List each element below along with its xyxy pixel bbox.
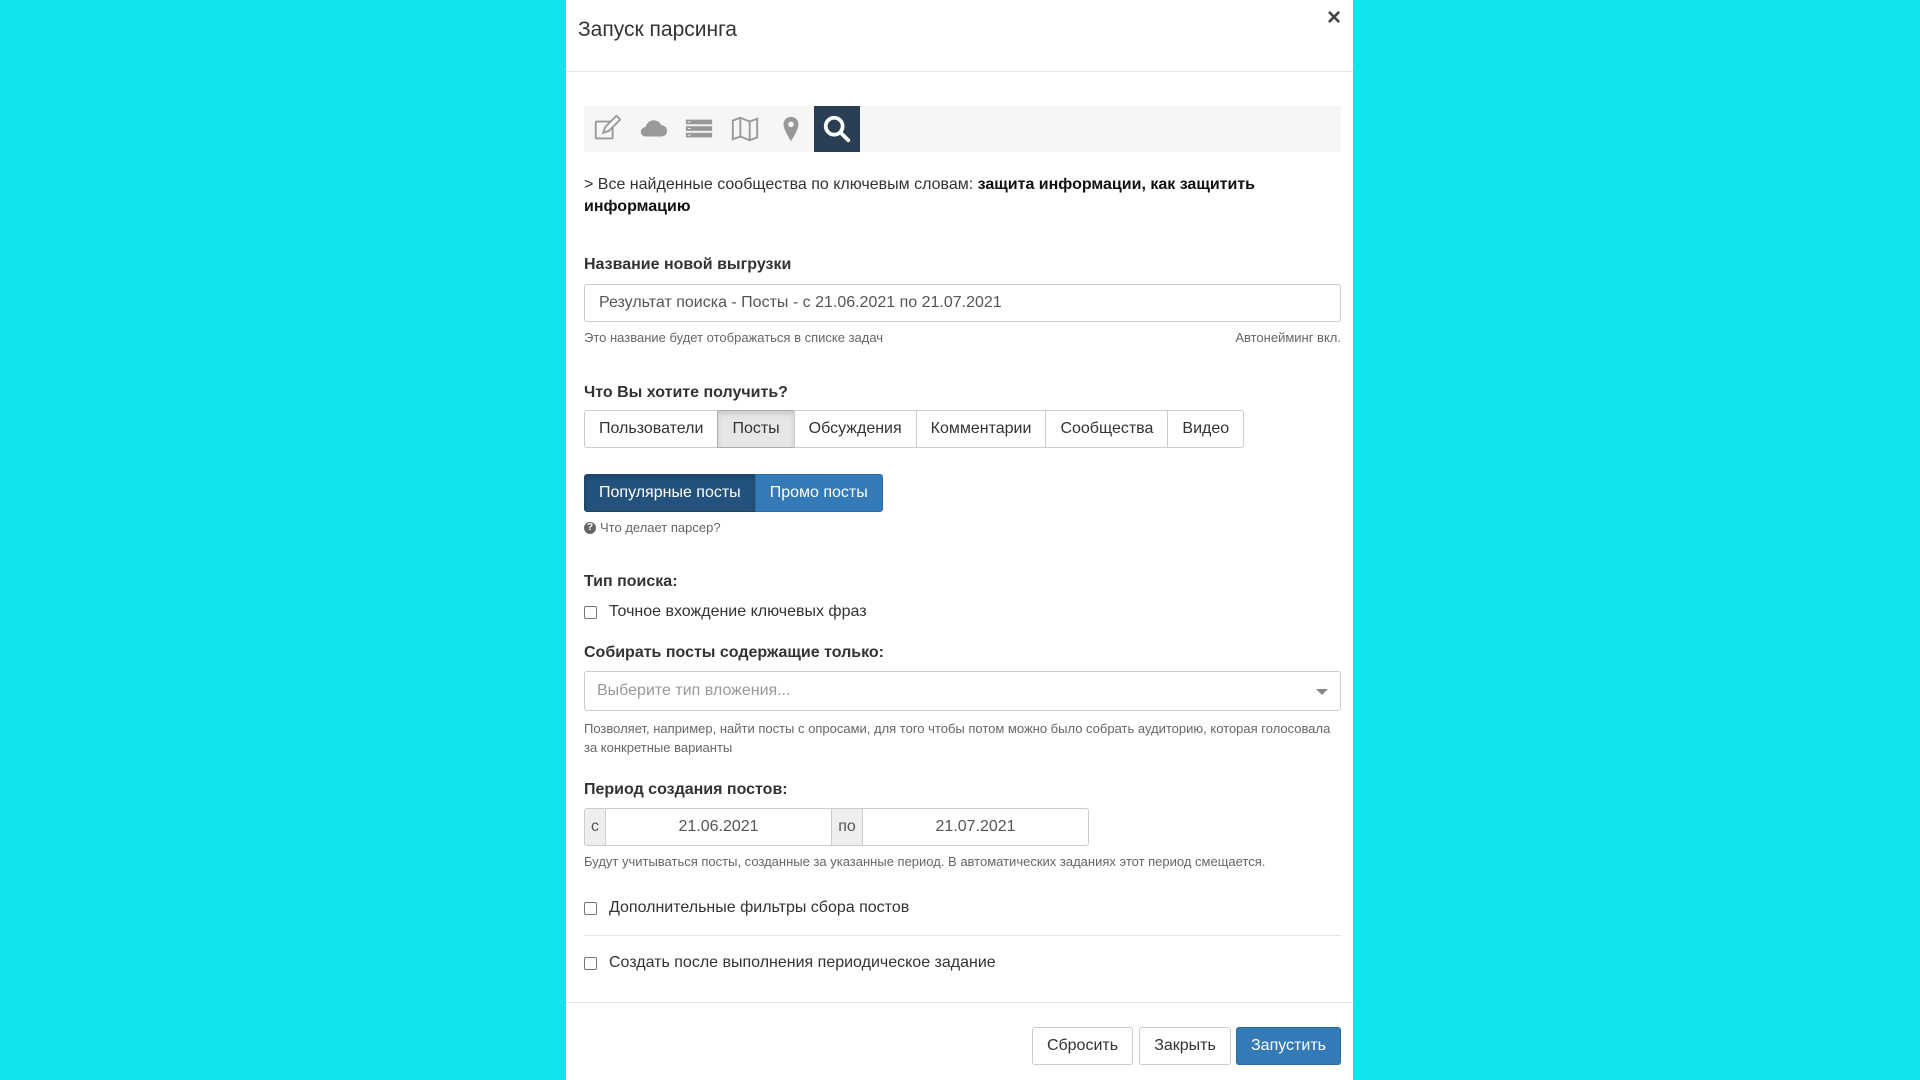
period-label: Период создания постов: xyxy=(584,781,788,798)
export-name-help: Это название будет отображаться в списке… xyxy=(584,330,884,345)
attachments-label: Собирать посты содержащие только: xyxy=(584,644,884,661)
description-prefix: > Все найденные сообщества по ключевым с… xyxy=(584,176,978,193)
period-range: с 21.06.2021 по 21.07.2021 xyxy=(584,808,1089,846)
parsing-modal: Запуск парсинга × > Все найденные сообще… xyxy=(566,0,1353,1080)
search-type-label: Тип поиска: xyxy=(584,573,678,590)
post-type-selector: Популярные посты Промо посты xyxy=(584,474,883,512)
search-icon[interactable] xyxy=(814,106,860,152)
exact-match-checkbox[interactable] xyxy=(584,605,597,619)
close-icon[interactable]: × xyxy=(1327,6,1341,30)
extra-filters-label: Дополнительные фильтры сбора постов xyxy=(609,899,910,916)
target-posts-button[interactable]: Посты xyxy=(717,410,795,448)
exact-match-label: Точное вхождение ключевых фраз xyxy=(609,603,867,620)
attachments-help: Позволяет, например, найти посты с опрос… xyxy=(584,721,1331,755)
keywords-description: > Все найденные сообщества по ключевым с… xyxy=(584,174,1304,218)
period-from-prefix: с xyxy=(584,808,606,846)
target-video-button[interactable]: Видео xyxy=(1167,410,1245,448)
target-comments-button[interactable]: Комментарии xyxy=(915,410,1047,448)
run-button[interactable]: Запустить xyxy=(1236,1027,1341,1065)
extra-filters-checkbox[interactable] xyxy=(584,901,597,915)
modal-footer-divider xyxy=(566,1002,1353,1003)
list-icon[interactable] xyxy=(676,106,722,152)
attachment-type-select[interactable]: Выберите тип вложения... xyxy=(584,671,1341,711)
modal-header: Запуск парсинга × xyxy=(566,0,1353,72)
reset-button[interactable]: Сбросить xyxy=(1032,1027,1133,1065)
chevron-down-icon xyxy=(1316,689,1328,695)
periodic-task-checkbox[interactable] xyxy=(584,956,597,970)
parser-help-link[interactable]: ? Что делает парсер? xyxy=(584,520,721,535)
export-name-input[interactable]: Результат поиска - Посты - с 21.06.2021 … xyxy=(584,284,1341,322)
target-discussions-button[interactable]: Обсуждения xyxy=(793,410,917,448)
popular-posts-button[interactable]: Популярные посты xyxy=(584,474,756,512)
edit-icon[interactable] xyxy=(584,106,630,152)
modal-title: Запуск парсинга xyxy=(578,18,737,41)
period-help: Будут учитываться посты, созданные за ук… xyxy=(584,854,1266,869)
target-users-button[interactable]: Пользователи xyxy=(584,410,719,448)
attachment-type-placeholder: Выберите тип вложения... xyxy=(597,682,791,699)
period-to-input[interactable]: 21.07.2021 xyxy=(862,808,1089,846)
target-label: Что Вы хотите получить? xyxy=(584,384,788,401)
extra-filters-row: Дополнительные фильтры сбора постов xyxy=(584,899,909,917)
period-from-input[interactable]: 21.06.2021 xyxy=(605,808,832,846)
period-to-prefix: по xyxy=(831,808,863,846)
map-icon[interactable] xyxy=(722,106,768,152)
promo-posts-button[interactable]: Промо посты xyxy=(754,474,883,512)
source-toolbar xyxy=(584,106,1341,152)
autonaming-status: Автонейминг вкл. xyxy=(1235,330,1341,345)
parser-help-text: Что делает парсер? xyxy=(600,520,721,535)
exact-match-row: Точное вхождение ключевых фраз xyxy=(584,603,867,621)
map-pin-icon[interactable] xyxy=(768,106,814,152)
periodic-task-row: Создать после выполнения периодическое з… xyxy=(584,954,996,972)
export-name-label: Название новой выгрузки xyxy=(584,256,792,273)
close-button[interactable]: Закрыть xyxy=(1139,1027,1231,1065)
cloud-icon[interactable] xyxy=(630,106,676,152)
export-name-value: Результат поиска - Посты - с 21.06.2021 … xyxy=(599,294,1002,311)
periodic-task-label: Создать после выполнения периодическое з… xyxy=(609,954,996,971)
target-selector: Пользователи Посты Обсуждения Комментари… xyxy=(584,410,1245,448)
question-icon: ? xyxy=(584,521,596,534)
target-communities-button[interactable]: Сообщества xyxy=(1045,410,1169,448)
divider xyxy=(584,935,1341,936)
